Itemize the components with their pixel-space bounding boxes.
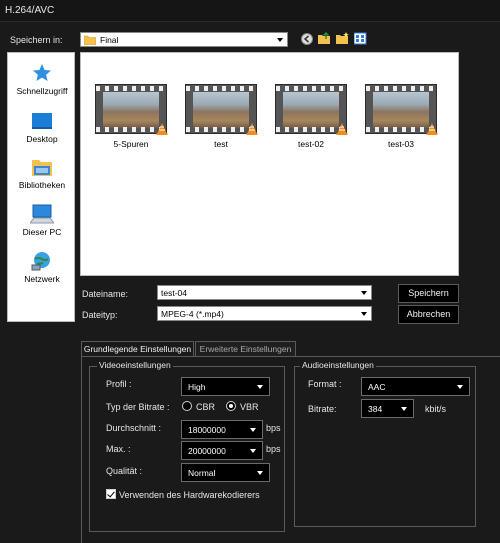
file-item[interactable]: test-02 — [271, 84, 351, 149]
video-thumbnail — [275, 84, 348, 135]
new-folder-icon[interactable] — [336, 32, 349, 45]
chevron-down-icon[interactable] — [273, 33, 287, 46]
chevron-down-icon[interactable] — [249, 442, 259, 459]
file-name: test — [214, 139, 228, 149]
chevron-down-icon[interactable] — [357, 307, 371, 320]
computer-icon — [30, 204, 54, 224]
filetype-label: Dateityp: — [82, 310, 118, 320]
tab-erweiterte-einstellungen[interactable]: Erweiterte Einstellungen — [195, 341, 296, 357]
network-icon — [31, 252, 50, 271]
average-bitrate-select[interactable]: 18000000 — [181, 420, 263, 439]
max-bitrate-value: 20000000 — [188, 446, 226, 456]
format-label: Format : — [308, 379, 342, 389]
average-label: Durchschnitt : — [106, 423, 162, 433]
cancel-button[interactable]: Abbrechen — [398, 305, 459, 324]
vbr-label: VBR — [240, 402, 259, 412]
sidebar-item-label: Desktop — [26, 134, 58, 144]
sidebar-item-label: Dieser PC — [22, 227, 62, 237]
sidebar-item-label: Netzwerk — [24, 274, 60, 284]
filename-label: Dateiname: — [82, 289, 129, 299]
quality-label: Qualität : — [106, 466, 143, 476]
hardware-encoder-label: Verwenden des Hardwarekodierers — [119, 490, 260, 500]
sidebar-item-dieser-pc[interactable]: Dieser PC — [8, 204, 76, 237]
file-item[interactable]: test — [181, 84, 261, 149]
max-unit: bps — [266, 444, 281, 454]
average-bitrate-value: 18000000 — [188, 425, 226, 435]
tab-grundlegende-einstellungen[interactable]: Grundlegende Einstellungen — [81, 341, 194, 357]
sidebar-item-label: Bibliotheken — [18, 180, 66, 190]
vlc-cone-icon — [246, 123, 258, 135]
audio-bitrate-label: Bitrate: — [308, 404, 337, 414]
places-sidebar: Schnellzugriff Desktop Bibliotheken Dies… — [7, 52, 75, 322]
sidebar-item-netzwerk[interactable]: Netzwerk — [8, 251, 76, 284]
filename-input[interactable]: test-04 — [157, 285, 372, 300]
chevron-down-icon[interactable] — [256, 464, 266, 481]
chevron-down-icon[interactable] — [456, 378, 466, 395]
profile-select[interactable]: High — [181, 377, 270, 396]
profile-value: High — [188, 382, 206, 392]
video-thumbnail — [185, 84, 258, 135]
sidebar-item-schnellzugriff[interactable]: Schnellzugriff — [8, 63, 76, 96]
star-icon — [33, 64, 51, 81]
filetype-select[interactable]: MPEG-4 (*.mp4) — [157, 306, 372, 321]
sidebar-item-label: Schnellzugriff — [16, 86, 68, 96]
max-label: Max. : — [106, 444, 131, 454]
audio-bitrate-value: 384 — [368, 404, 383, 414]
audio-format-value: AAC — [368, 382, 386, 392]
file-item[interactable]: test-03 — [361, 84, 441, 149]
file-name: test-02 — [298, 139, 324, 149]
audio-format-select[interactable]: AAC — [361, 377, 470, 396]
quality-select[interactable]: Normal — [181, 463, 270, 482]
chevron-down-icon[interactable] — [400, 400, 410, 417]
sidebar-item-bibliotheken[interactable]: Bibliotheken — [8, 157, 76, 190]
video-thumbnail — [95, 84, 168, 135]
quality-value: Normal — [188, 468, 216, 478]
file-item[interactable]: 5-Spuren — [91, 84, 171, 149]
vlc-cone-icon — [426, 123, 438, 135]
vbr-radio[interactable] — [226, 401, 236, 411]
file-name: test-03 — [388, 139, 414, 149]
audio-bitrate-unit: kbit/s — [425, 404, 447, 414]
video-settings-title: Videoeinstellungen — [97, 360, 173, 370]
window-title: H.264/AVC — [5, 5, 55, 16]
location-combo[interactable]: Final — [80, 32, 288, 47]
up-folder-icon[interactable] — [318, 32, 331, 45]
chevron-down-icon[interactable] — [357, 286, 371, 299]
cbr-label: CBR — [196, 402, 216, 412]
back-icon[interactable] — [301, 33, 313, 45]
chevron-down-icon[interactable] — [256, 378, 266, 395]
sidebar-item-desktop[interactable]: Desktop — [8, 111, 76, 144]
hardware-encoder-checkbox[interactable] — [106, 489, 116, 499]
audio-settings-title: Audioeinstellungen — [300, 360, 376, 370]
vlc-cone-icon — [336, 123, 348, 135]
save-button[interactable]: Speichern — [398, 284, 459, 303]
desktop-icon — [32, 113, 52, 129]
file-list: 5-Spuren test test-02 test-03 — [80, 52, 459, 276]
average-unit: bps — [266, 423, 281, 433]
filename-value: test-04 — [161, 288, 187, 298]
filetype-value: MPEG-4 (*.mp4) — [161, 309, 224, 319]
location-value: Final — [100, 35, 119, 45]
view-menu-icon[interactable] — [354, 32, 367, 45]
library-icon — [32, 160, 52, 176]
title-bar: H.264/AVC — [0, 0, 500, 22]
save-in-label: Speichern in: — [10, 35, 63, 45]
audio-bitrate-select[interactable]: 384 — [361, 399, 414, 418]
chevron-down-icon[interactable] — [249, 421, 259, 438]
bitrate-type-label: Typ der Bitrate : — [106, 402, 170, 412]
max-bitrate-select[interactable]: 20000000 — [181, 441, 263, 460]
cbr-radio[interactable] — [182, 401, 192, 411]
file-name: 5-Spuren — [113, 139, 149, 149]
vlc-cone-icon — [156, 123, 168, 135]
profile-label: Profil : — [106, 379, 132, 389]
folder-icon — [84, 35, 96, 45]
video-thumbnail — [365, 84, 438, 135]
